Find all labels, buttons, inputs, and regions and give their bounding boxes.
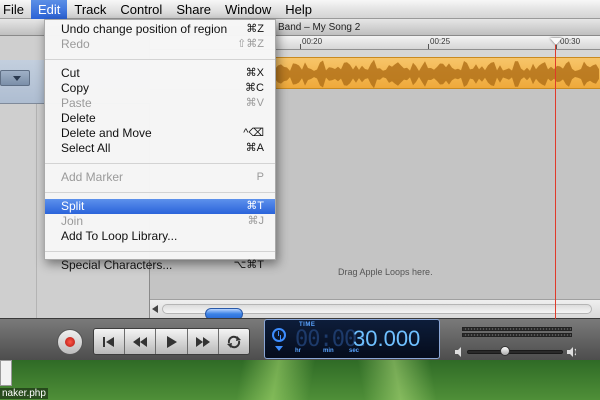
ruler-tick	[428, 44, 429, 49]
lcd-time-value: 30.000	[353, 326, 421, 351]
drop-hint: Drag Apple Loops here.	[338, 267, 433, 277]
menu-item-delete-and-move[interactable]: Delete and Move ^⌫	[45, 126, 275, 141]
volume-slider[interactable]	[467, 350, 563, 354]
record-icon	[65, 337, 75, 347]
playhead-handle[interactable]	[550, 38, 562, 45]
menu-item-label: Undo change position of region	[61, 22, 228, 36]
ruler-label: 00:20	[302, 37, 323, 46]
menu-item-label: Redo	[61, 37, 90, 51]
menu-item-copy[interactable]: Copy ⌘C	[45, 81, 275, 96]
track-menu-button[interactable]	[0, 70, 30, 86]
level-meters	[462, 327, 572, 339]
menu-separator	[45, 163, 275, 164]
lcd-unit-hr: hr	[295, 348, 301, 354]
menu-item-shortcut: ⌘X	[245, 67, 264, 79]
menu-item-label: Delete	[61, 111, 96, 125]
menu-item-shortcut: ⌘T	[246, 200, 264, 212]
menu-item-label: Join	[61, 214, 84, 228]
menu-item-label: Copy	[61, 81, 90, 95]
menu-item-join[interactable]: Join ⌘J	[45, 214, 275, 229]
menu-item-undo[interactable]: Undo change position of region ⌘Z	[45, 22, 275, 37]
transport-bar: TIME 00:00: 30.000 hr min sec	[0, 318, 600, 360]
transport-controls	[93, 328, 250, 355]
edit-menu-dropdown: Undo change position of region ⌘Z Redo ⇧⌘Z…	[44, 19, 276, 272]
desktop-background	[0, 360, 600, 400]
menu-item-label: Delete and Move	[61, 126, 152, 140]
ruler-tick	[300, 44, 301, 49]
volume-knob[interactable]	[500, 346, 510, 356]
menu-item-paste[interactable]: Paste ⌘V	[45, 96, 275, 111]
window-title: Band – My Song 2	[278, 22, 361, 33]
lcd-unit-sec: sec	[349, 348, 360, 354]
desktop-file-label[interactable]: naker.php	[0, 388, 48, 399]
lcd-unit-min: min	[323, 348, 334, 354]
menu-item-label: Add To Loop Library...	[61, 229, 178, 243]
menu-file[interactable]: File	[0, 0, 31, 19]
rewind-button[interactable]	[125, 329, 157, 354]
playhead-line	[555, 43, 556, 319]
go-to-start-button[interactable]	[94, 329, 126, 354]
panel-divider	[36, 104, 37, 318]
volume-high-icon	[567, 347, 576, 357]
menu-item-label: Special Characters...	[61, 258, 173, 272]
menu-item-label: Cut	[61, 66, 80, 80]
menu-item-shortcut: ⌘V	[245, 97, 264, 109]
play-button[interactable]	[156, 329, 188, 354]
menu-item-redo[interactable]: Redo ⇧⌘Z	[45, 37, 275, 52]
menu-item-shortcut: ⇧⌘Z	[237, 38, 264, 50]
audio-region[interactable]	[275, 57, 600, 89]
menu-help[interactable]: Help	[278, 0, 319, 19]
menu-item-label: Select All	[61, 141, 111, 155]
menu-item-add-to-loop-library[interactable]: Add To Loop Library...	[45, 229, 275, 244]
file-icon[interactable]	[0, 360, 12, 386]
record-button[interactable]	[57, 329, 83, 355]
menu-item-shortcut: ⌘A	[245, 142, 264, 154]
menu-item-split[interactable]: Split ⌘T	[45, 199, 275, 214]
menu-item-shortcut: ⌘Z	[246, 23, 264, 35]
menu-item-add-marker[interactable]: Add Marker P	[45, 170, 275, 185]
time-display[interactable]: TIME 00:00: 30.000 hr min sec	[264, 319, 440, 359]
ruler-label: 00:30	[560, 37, 581, 46]
menu-item-delete[interactable]: Delete	[45, 111, 275, 126]
menu-item-shortcut: P	[256, 171, 264, 183]
menu-item-label: Paste	[61, 96, 92, 110]
menubar: File Edit Track Control Share Window Hel…	[0, 0, 600, 19]
menu-item-shortcut: ^⌫	[243, 127, 264, 139]
cycle-icon	[226, 335, 241, 348]
menu-item-shortcut: ⌘J	[247, 215, 265, 227]
menu-separator	[45, 192, 275, 193]
menu-control[interactable]: Control	[113, 0, 169, 19]
menu-item-special-characters[interactable]: Special Characters... ⌥⌘T	[45, 258, 275, 273]
menu-track[interactable]: Track	[67, 0, 113, 19]
menu-share[interactable]: Share	[169, 0, 218, 19]
scroll-left-icon[interactable]	[152, 305, 158, 313]
horizontal-scrollbar[interactable]	[150, 299, 600, 320]
menu-item-label: Add Marker	[61, 170, 124, 184]
fast-forward-button[interactable]	[187, 329, 219, 354]
cycle-button[interactable]	[218, 329, 249, 354]
menu-separator	[45, 59, 275, 60]
menu-window[interactable]: Window	[218, 0, 278, 19]
clock-icon[interactable]	[272, 328, 286, 342]
level-meter-left	[462, 327, 572, 331]
ruler-label: 00:25	[430, 37, 451, 46]
level-meter-right	[462, 333, 572, 337]
scroll-track[interactable]	[162, 304, 592, 320]
lcd-mode-arrow[interactable]	[275, 346, 283, 351]
rewind-icon	[133, 336, 148, 347]
fast-forward-icon	[195, 336, 210, 347]
menu-separator	[45, 251, 275, 252]
menu-item-shortcut: ⌥⌘T	[233, 259, 264, 271]
waveform	[275, 59, 599, 89]
menu-item-cut[interactable]: Cut ⌘X	[45, 66, 275, 81]
play-icon	[166, 335, 177, 348]
volume-low-icon	[455, 347, 461, 357]
menu-item-select-all[interactable]: Select All ⌘A	[45, 141, 275, 156]
menu-item-label: Split	[61, 199, 85, 213]
go-to-start-icon	[103, 336, 115, 347]
menu-item-shortcut: ⌘C	[245, 82, 264, 94]
menu-edit[interactable]: Edit	[30, 0, 68, 19]
